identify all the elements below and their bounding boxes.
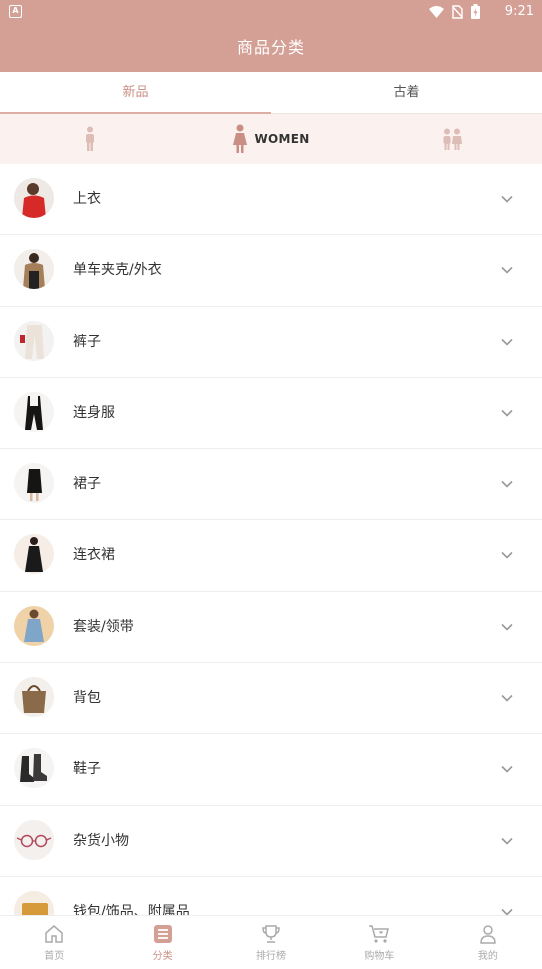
category-label: 裤子 — [73, 333, 101, 350]
woman-icon — [233, 124, 248, 153]
nav-category-label: 分类 — [152, 951, 173, 962]
status-bar: A 9:21 — [0, 0, 542, 24]
gender-women-label: WOMEN — [254, 132, 310, 146]
tan-jacket-thumbnail — [14, 249, 54, 290]
category-label: 背包 — [73, 690, 101, 707]
white-pants-thumbnail — [14, 320, 54, 361]
no-sim-icon — [452, 4, 463, 19]
gender-kids[interactable] — [361, 114, 542, 164]
category-row-jackets[interactable]: 单车夹克/外衣 — [0, 235, 542, 307]
nav-cart-label: 购物车 — [364, 951, 395, 962]
chevron-down-icon — [501, 195, 513, 203]
brown-bag-thumbnail — [14, 677, 54, 718]
category-row-dresses[interactable]: 连衣裙 — [0, 520, 542, 592]
trophy-icon — [262, 925, 280, 943]
category-label: 裙子 — [73, 476, 101, 493]
bottom-nav: 首页 分类 排行榜 购物车 我的 — [0, 915, 542, 969]
chevron-down-icon — [501, 766, 513, 774]
home-icon — [45, 925, 63, 943]
category-label: 单车夹克/外衣 — [73, 262, 162, 279]
category-row-skirts[interactable]: 裙子 — [0, 449, 542, 521]
gender-women[interactable]: WOMEN — [181, 114, 362, 164]
chevron-down-icon — [501, 837, 513, 845]
nav-ranking[interactable]: 排行榜 — [217, 916, 325, 969]
category-row-sets-ties[interactable]: 套装/领带 — [0, 592, 542, 664]
gender-selector: WOMEN — [0, 114, 542, 164]
category-icon — [153, 925, 172, 943]
gender-men[interactable] — [0, 114, 181, 164]
tab-vintage[interactable]: 古着 — [271, 72, 542, 113]
category-list: 上衣 单车夹克/外衣 裤子 连身服 裙子 连衣裙 套装/领带 背包 鞋子 杂货小… — [0, 164, 542, 949]
category-label: 鞋子 — [73, 761, 101, 778]
page-title: 商品分类 — [236, 38, 305, 57]
category-row-shoes[interactable]: 鞋子 — [0, 734, 542, 806]
nav-category[interactable]: 分类 — [108, 916, 216, 969]
chevron-down-icon — [501, 338, 513, 346]
category-label: 杂货小物 — [73, 832, 129, 849]
blue-dress-thumbnail — [14, 605, 54, 646]
cart-icon — [369, 925, 390, 943]
category-label: 连衣裙 — [73, 547, 115, 564]
category-row-tops[interactable]: 上衣 — [0, 164, 542, 236]
wifi-icon — [429, 5, 444, 18]
app-header: A 9:21 商品分类 — [0, 0, 542, 72]
notification-icon: A — [9, 5, 22, 18]
chevron-down-icon — [501, 552, 513, 560]
black-skirt-thumbnail — [14, 463, 54, 504]
tab-bar: 新品 古着 — [0, 72, 542, 114]
nav-profile[interactable]: 我的 — [434, 916, 542, 969]
nav-home[interactable]: 首页 — [0, 916, 108, 969]
nav-profile-label: 我的 — [477, 951, 498, 962]
black-dress-thumbnail — [14, 534, 54, 575]
chevron-down-icon — [501, 409, 513, 417]
category-row-bags[interactable]: 背包 — [0, 663, 542, 735]
red-blouse-thumbnail — [14, 178, 54, 218]
category-row-pants[interactable]: 裤子 — [0, 307, 542, 378]
user-icon — [480, 925, 496, 944]
status-time: 9:21 — [504, 4, 534, 19]
kids-icon — [443, 128, 462, 150]
category-row-jumpsuits[interactable]: 连身服 — [0, 378, 542, 450]
nav-cart[interactable]: 购物车 — [325, 916, 433, 969]
nav-ranking-label: 排行榜 — [256, 951, 287, 962]
tab-new-arrivals[interactable]: 新品 — [0, 72, 271, 114]
category-label: 连身服 — [73, 404, 115, 421]
category-row-accessories[interactable]: 杂货小物 — [0, 806, 542, 877]
chevron-down-icon — [501, 267, 513, 274]
battery-icon — [471, 4, 480, 19]
status-icons — [429, 4, 480, 19]
man-icon — [86, 126, 95, 151]
chevron-down-icon — [501, 481, 513, 488]
glasses-thumbnail — [14, 819, 54, 860]
category-label: 套装/领带 — [73, 618, 134, 635]
chevron-down-icon — [501, 695, 513, 702]
black-boots-thumbnail — [14, 748, 54, 789]
nav-home-label: 首页 — [44, 951, 65, 962]
chevron-down-icon — [501, 623, 513, 631]
category-label: 上衣 — [73, 191, 101, 207]
black-overalls-thumbnail — [14, 391, 54, 432]
